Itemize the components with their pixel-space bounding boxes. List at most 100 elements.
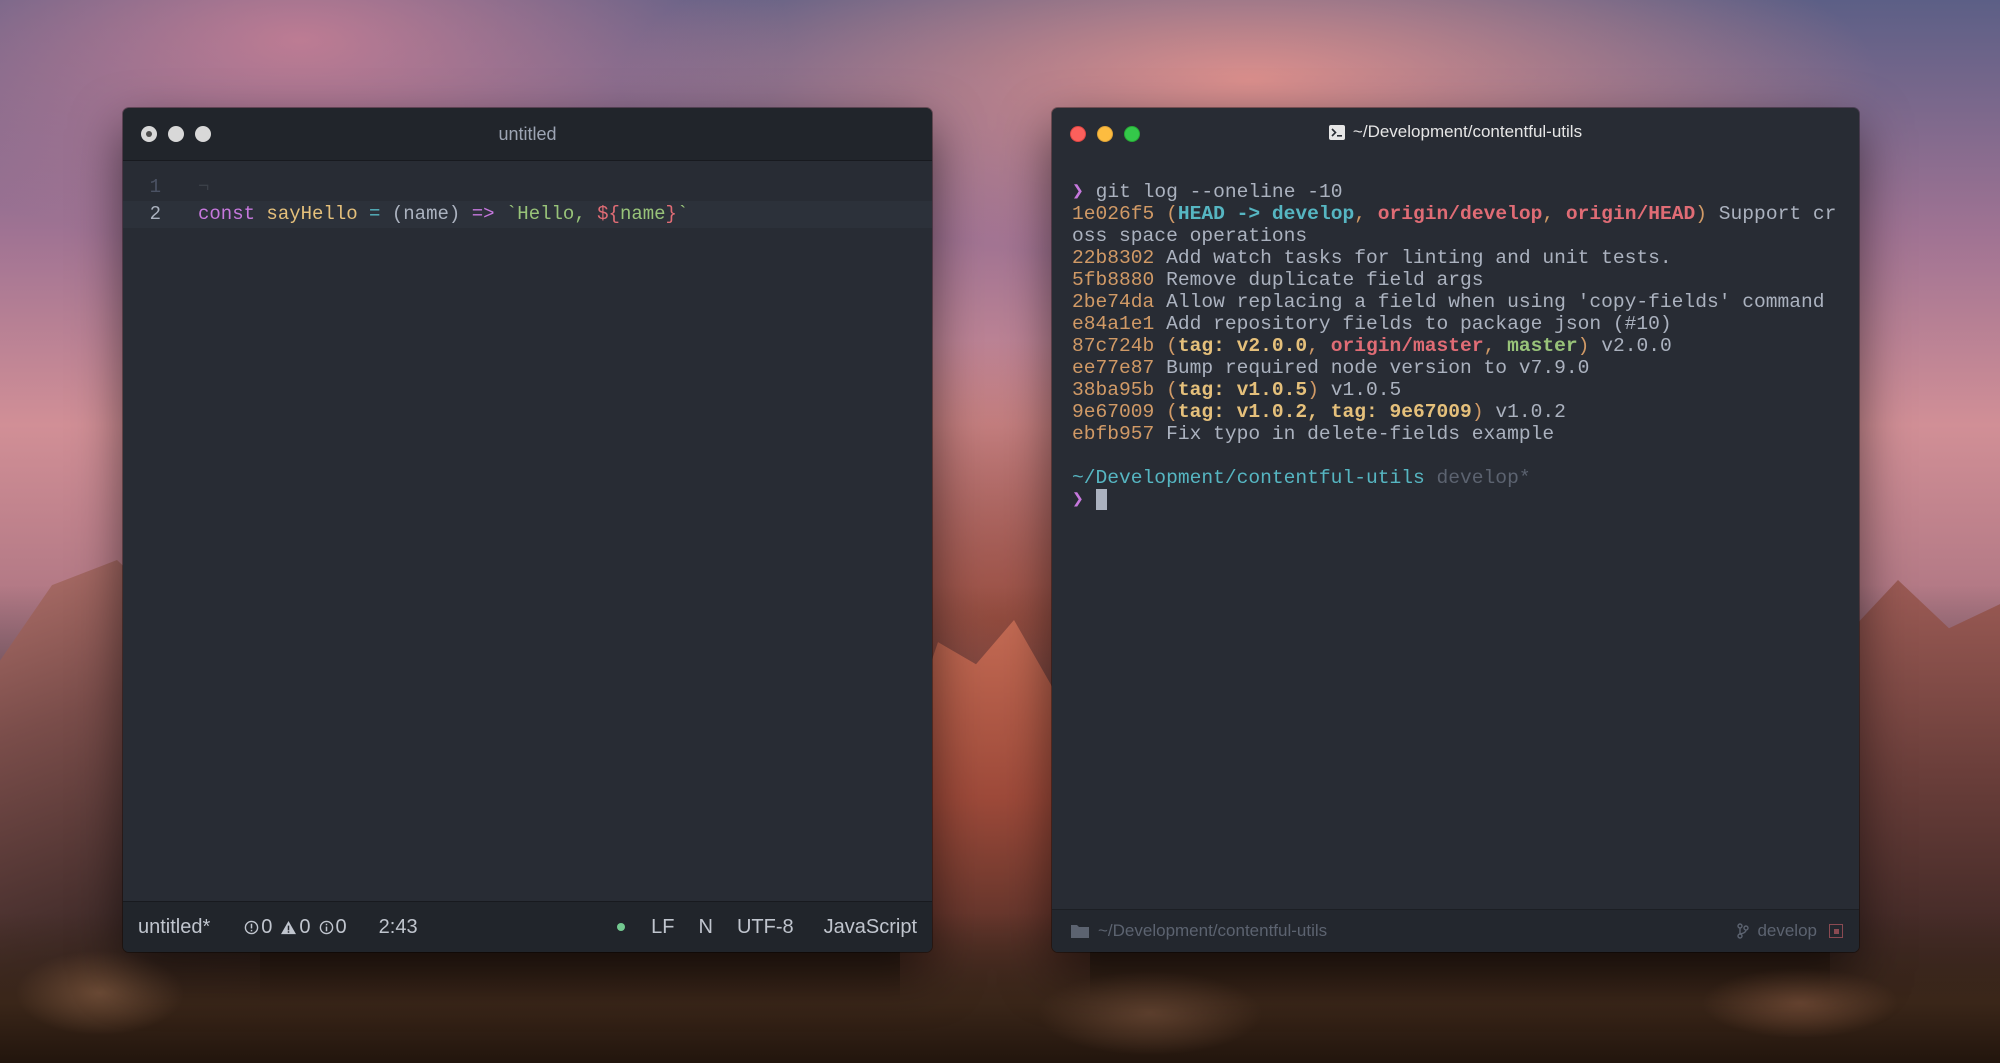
string-token: `Hello, bbox=[505, 203, 598, 225]
status-file-name[interactable]: untitled* bbox=[138, 916, 210, 939]
prompt-cwd: ~/Development/contentful-utils bbox=[1072, 467, 1425, 489]
commit-hash: 38ba95b bbox=[1072, 379, 1155, 401]
prompt-line: ~/Development/contentful-utils develop* bbox=[1072, 467, 1531, 489]
editor-window: untitled 1 ¬ 2 const sayHello = (name) =… bbox=[123, 108, 932, 952]
editor-status-bar: untitled* 0 0 0 2:43 LF N UTF-8 JavaScri… bbox=[123, 901, 932, 952]
code-editor[interactable]: 1 ¬ 2 const sayHello = (name) => `Hello,… bbox=[123, 161, 932, 902]
interp-close-token: } bbox=[665, 203, 677, 225]
commit-hash: ee77e87 bbox=[1072, 357, 1155, 379]
commit-hash: 22b8302 bbox=[1072, 247, 1155, 269]
ref-remote: origin/HEAD bbox=[1565, 203, 1696, 225]
git-status-dot-icon[interactable] bbox=[617, 923, 626, 931]
commit-message: Allow replacing a field when using 'copy… bbox=[1166, 291, 1825, 313]
line-ending-selector[interactable]: LF bbox=[651, 916, 674, 939]
operator-token: = bbox=[369, 203, 381, 225]
paren-token: ) bbox=[448, 203, 461, 225]
commit-hash: ebfb957 bbox=[1072, 423, 1155, 445]
ref-remote: origin/master bbox=[1330, 335, 1484, 357]
commit-hash: 5fb8880 bbox=[1072, 269, 1155, 291]
ref-head: HEAD -> develop bbox=[1177, 203, 1355, 225]
ref-tag: tag: v1.0.5 bbox=[1177, 379, 1308, 401]
terminal-titlebar[interactable]: ~/Development/contentful-utils bbox=[1052, 108, 1859, 160]
input-line[interactable]: ❯ bbox=[1072, 489, 1107, 511]
git-dirty-icon[interactable] bbox=[1829, 924, 1843, 938]
log-entry: 22b8302 Add watch tasks for linting and … bbox=[1072, 247, 1672, 269]
editor-titlebar[interactable]: untitled bbox=[123, 108, 932, 161]
log-entry: 2be74da Allow replacing a field when usi… bbox=[1072, 291, 1825, 313]
terminal-output[interactable]: ❯ git log --oneline -10 1e026f5 (HEAD ->… bbox=[1052, 161, 1859, 910]
minimize-button[interactable] bbox=[168, 126, 184, 142]
ref-tag: tag: v2.0.0 bbox=[1177, 335, 1308, 357]
cursor-position[interactable]: 2:43 bbox=[379, 916, 418, 939]
commit-hash: 2be74da bbox=[1072, 291, 1155, 313]
string-token: ` bbox=[676, 203, 689, 225]
zoom-button[interactable] bbox=[1124, 126, 1140, 142]
commit-message: Fix typo in delete-fields example bbox=[1166, 423, 1555, 445]
footer-branch[interactable]: develop bbox=[1757, 921, 1817, 941]
paren-token: ( bbox=[391, 203, 404, 225]
commit-hash: 87c724b bbox=[1072, 335, 1155, 357]
log-entry: 5fb8880 Remove duplicate field args bbox=[1072, 269, 1484, 291]
prompt-symbol: ❯ bbox=[1072, 181, 1084, 203]
info-icon bbox=[319, 920, 333, 934]
keyword-token: const bbox=[198, 203, 256, 225]
warning-icon bbox=[281, 920, 297, 934]
ref-tag: tag: v1.0.2, tag: 9e67009 bbox=[1177, 401, 1472, 423]
terminal-status-bar: ~/Development/contentful-utils develop bbox=[1052, 909, 1859, 952]
commit-message: v2.0.0 bbox=[1601, 335, 1672, 357]
commit-message: Add repository fields to package json (#… bbox=[1166, 313, 1672, 335]
unsaved-dot-icon bbox=[146, 131, 152, 137]
prompt-branch: develop* bbox=[1436, 467, 1531, 489]
terminal-icon bbox=[1328, 124, 1345, 140]
ref-local: master bbox=[1507, 335, 1578, 357]
close-button[interactable] bbox=[141, 126, 157, 142]
zoom-button[interactable] bbox=[195, 126, 211, 142]
grammar-selector[interactable]: JavaScript bbox=[824, 916, 917, 939]
terminal-window-controls bbox=[1070, 108, 1140, 160]
close-button[interactable] bbox=[1070, 126, 1086, 142]
editor-line-2[interactable]: 2 const sayHello = (name) => `Hello, ${n… bbox=[123, 201, 932, 228]
line-number: 1 bbox=[149, 176, 161, 198]
terminal-title-group: ~/Development/contentful-utils bbox=[1328, 122, 1583, 142]
footer-path[interactable]: ~/Development/contentful-utils bbox=[1098, 921, 1327, 941]
commit-message: Remove duplicate field args bbox=[1166, 269, 1484, 291]
commit-message: Add watch tasks for linting and unit tes… bbox=[1166, 247, 1672, 269]
log-entry: 1e026f5 (HEAD -> develop, origin/develop… bbox=[1072, 203, 1837, 225]
commit-message: Support cr bbox=[1718, 203, 1837, 225]
log-entry: ebfb957 Fix typo in delete-fields exampl… bbox=[1072, 423, 1554, 445]
ref-remote: origin/develop bbox=[1377, 203, 1543, 225]
commit-message: v1.0.2 bbox=[1495, 401, 1566, 423]
linter-status[interactable]: 0 0 0 bbox=[244, 915, 347, 939]
commit-hash: 9e67009 bbox=[1072, 401, 1155, 423]
error-icon bbox=[244, 920, 259, 934]
minimize-button[interactable] bbox=[1097, 126, 1113, 142]
prompt-symbol: ❯ bbox=[1072, 489, 1084, 511]
editor-window-title: untitled bbox=[498, 123, 557, 144]
terminal-cursor bbox=[1095, 489, 1107, 511]
interp-var-token: name bbox=[619, 203, 666, 225]
param-token: name bbox=[403, 203, 449, 225]
log-entry-wrap: oss space operations bbox=[1072, 225, 1308, 247]
folder-icon bbox=[1071, 925, 1089, 938]
arrow-token: => bbox=[471, 203, 495, 225]
line-number: 2 bbox=[149, 203, 161, 225]
log-entry: e84a1e1 Add repository fields to package… bbox=[1072, 313, 1672, 335]
log-entry: ee77e87 Bump required node version to v7… bbox=[1072, 357, 1589, 379]
line-content: const sayHello = (name) => `Hello, ${nam… bbox=[198, 201, 688, 228]
error-count: 0 bbox=[261, 915, 273, 938]
line-content: ¬ bbox=[198, 176, 210, 198]
commit-hash: 1e026f5 bbox=[1072, 203, 1155, 225]
encoding-selector[interactable]: UTF-8 bbox=[737, 916, 794, 939]
editor-line-1[interactable]: 1 ¬ bbox=[123, 174, 932, 201]
terminal-window: ~/Development/contentful-utils ❯ git log… bbox=[1052, 108, 1859, 952]
log-entry: 9e67009 (tag: v1.0.2, tag: 9e67009) v1.0… bbox=[1072, 401, 1566, 423]
terminal-window-title: ~/Development/contentful-utils bbox=[1352, 122, 1583, 141]
log-entry: 38ba95b (tag: v1.0.5) v1.0.5 bbox=[1072, 379, 1402, 401]
commit-hash: e84a1e1 bbox=[1072, 313, 1155, 335]
command-text: git log --oneline -10 bbox=[1095, 181, 1343, 203]
function-name-token: sayHello bbox=[266, 203, 358, 225]
warning-count: 0 bbox=[299, 915, 311, 938]
editor-window-controls bbox=[141, 108, 211, 160]
indent-indicator[interactable]: N bbox=[699, 916, 713, 939]
log-entry: 87c724b (tag: v2.0.0, origin/master, mas… bbox=[1072, 335, 1672, 357]
